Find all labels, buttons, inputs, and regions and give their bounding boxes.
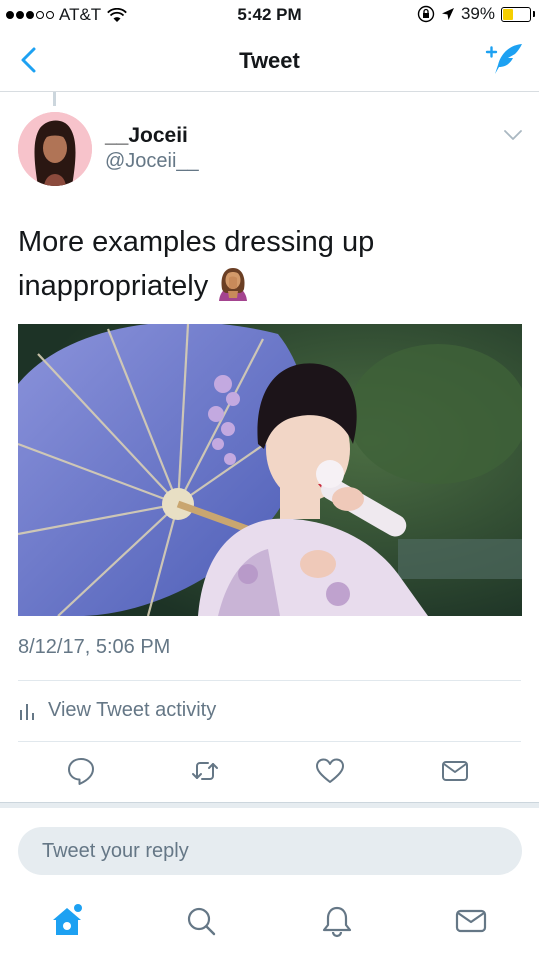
orientation-lock-icon (417, 5, 435, 23)
search-icon[interactable] (184, 904, 218, 938)
reply-input[interactable]: Tweet your reply (18, 827, 522, 875)
location-icon (441, 8, 454, 20)
heart-icon[interactable] (315, 756, 345, 786)
battery-percent: 39% (460, 4, 495, 23)
divider (18, 741, 521, 742)
view-tweet-activity-label: View Tweet activity (48, 699, 217, 721)
bar-chart-icon (20, 703, 34, 720)
view-tweet-activity-button[interactable]: View Tweet activity (18, 699, 216, 722)
nav-bar: Tweet (0, 30, 539, 92)
retweet-icon[interactable] (190, 756, 220, 786)
user-handle[interactable]: @Joceii__ (105, 150, 199, 173)
tweet-media-image[interactable] (18, 324, 522, 616)
envelope-icon[interactable] (440, 756, 470, 786)
avatar-photo (18, 112, 92, 186)
section-separator (0, 802, 539, 808)
envelope-icon[interactable] (454, 904, 488, 938)
status-bar: AT&T 5:42 PM 39% (0, 0, 539, 30)
tab-bar (0, 892, 539, 960)
facepalm-emoji-icon (219, 268, 248, 301)
divider (18, 680, 521, 681)
battery-icon (501, 6, 535, 22)
status-right: 39% (417, 4, 535, 24)
thread-line (53, 92, 56, 106)
bell-icon[interactable] (320, 904, 354, 938)
tweet-timestamp: 8/12/17, 5:06 PM (18, 636, 171, 658)
new-content-indicator (74, 904, 82, 912)
avatar[interactable] (18, 112, 92, 186)
page-title: Tweet (239, 48, 300, 73)
reply-icon[interactable] (66, 756, 96, 786)
tweet-text-content: More examples dressing up inappropriatel… (18, 226, 375, 302)
chevron-down-icon[interactable] (503, 128, 523, 142)
display-name[interactable]: __Joceii (105, 124, 188, 148)
photo-performer-with-parasol (18, 324, 522, 616)
tweet-text: More examples dressing up inappropriatel… (18, 220, 518, 308)
tweet-actions (0, 756, 539, 792)
compose-tweet-icon[interactable] (485, 40, 525, 80)
